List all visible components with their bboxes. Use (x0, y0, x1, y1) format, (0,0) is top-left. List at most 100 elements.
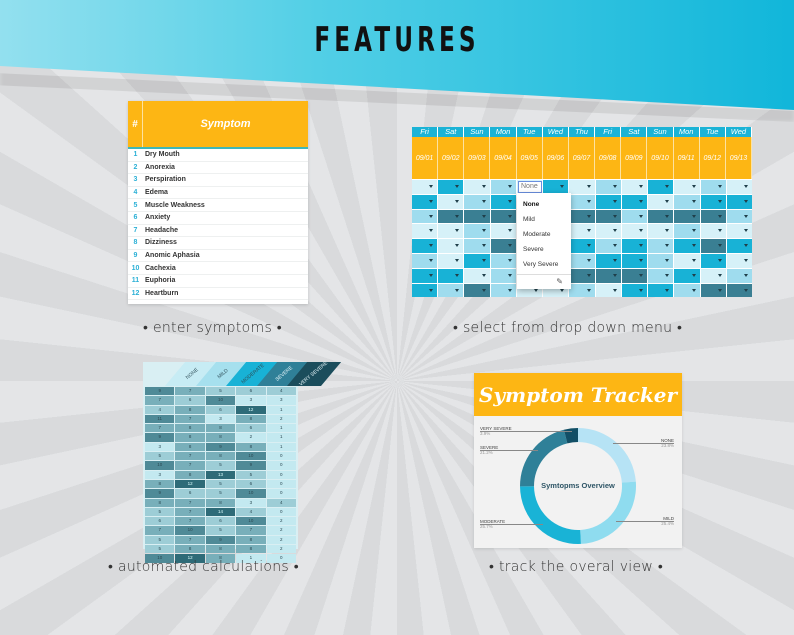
severity-cell-dropdown[interactable] (621, 268, 648, 283)
severity-cell-dropdown[interactable] (438, 194, 464, 209)
severity-cell-dropdown[interactable] (648, 268, 674, 283)
severity-cell-dropdown[interactable] (726, 194, 752, 209)
severity-cell-dropdown[interactable] (464, 224, 490, 239)
severity-cell-dropdown[interactable] (412, 268, 438, 283)
severity-cell-dropdown[interactable] (674, 180, 700, 194)
severity-cell-dropdown[interactable] (700, 224, 726, 239)
severity-dropdown-input[interactable]: None (518, 181, 542, 193)
severity-cell-dropdown[interactable] (412, 180, 438, 194)
severity-cell-dropdown[interactable] (674, 283, 700, 298)
severity-cell-dropdown[interactable] (648, 253, 674, 268)
symptom-row[interactable]: 11 Euphoria (128, 275, 308, 288)
severity-cell-dropdown[interactable] (595, 194, 621, 209)
severity-cell-dropdown[interactable] (490, 239, 516, 253)
symptom-row[interactable]: 2 Anorexia (128, 162, 308, 175)
severity-cell-dropdown[interactable] (621, 194, 648, 209)
severity-cell-dropdown[interactable] (464, 283, 490, 298)
severity-cell-dropdown[interactable] (700, 209, 726, 224)
severity-cell-dropdown[interactable] (726, 253, 752, 268)
severity-cell-dropdown[interactable] (621, 209, 648, 224)
severity-cell-dropdown[interactable] (490, 253, 516, 268)
severity-cell-dropdown[interactable] (569, 224, 595, 239)
severity-cell-dropdown[interactable] (569, 209, 595, 224)
severity-cell-dropdown[interactable] (674, 268, 700, 283)
severity-cell-dropdown[interactable] (438, 180, 464, 194)
severity-cell-dropdown[interactable] (412, 253, 438, 268)
dropdown-option[interactable]: Very Severe (517, 257, 571, 272)
severity-cell-dropdown[interactable] (464, 209, 490, 224)
severity-cell-dropdown[interactable] (412, 209, 438, 224)
severity-cell-dropdown[interactable] (464, 239, 490, 253)
severity-cell-dropdown[interactable] (490, 268, 516, 283)
dropdown-option[interactable]: None (517, 197, 571, 212)
severity-cell-dropdown[interactable] (543, 180, 569, 194)
severity-cell-dropdown[interactable] (726, 224, 752, 239)
severity-cell-dropdown[interactable] (726, 283, 752, 298)
severity-cell-dropdown[interactable] (700, 194, 726, 209)
severity-cell-dropdown[interactable] (674, 194, 700, 209)
severity-cell-dropdown[interactable] (621, 224, 648, 239)
severity-cell-dropdown[interactable] (412, 239, 438, 253)
severity-cell-dropdown[interactable] (464, 268, 490, 283)
severity-cell-dropdown[interactable] (569, 268, 595, 283)
severity-cell-dropdown[interactable] (674, 224, 700, 239)
severity-cell-dropdown[interactable] (700, 268, 726, 283)
severity-cell-dropdown[interactable] (412, 283, 438, 298)
severity-cell-dropdown[interactable] (438, 224, 464, 239)
severity-cell-dropdown[interactable] (674, 253, 700, 268)
severity-cell-dropdown[interactable] (726, 268, 752, 283)
severity-cell-dropdown[interactable] (490, 283, 516, 298)
severity-cell-dropdown[interactable] (621, 253, 648, 268)
severity-cell-dropdown[interactable] (700, 239, 726, 253)
severity-cell-dropdown[interactable] (438, 268, 464, 283)
dropdown-option[interactable]: Severe (517, 242, 571, 257)
symptom-row[interactable]: 10 Cachexia (128, 262, 308, 275)
severity-cell-dropdown[interactable] (726, 209, 752, 224)
severity-cell-dropdown[interactable] (490, 180, 516, 194)
severity-cell-dropdown[interactable] (412, 224, 438, 239)
symptom-row[interactable]: 3 Perspiration (128, 174, 308, 187)
severity-cell-dropdown[interactable] (569, 180, 595, 194)
severity-cell-dropdown[interactable] (648, 194, 674, 209)
severity-cell-dropdown[interactable] (464, 194, 490, 209)
severity-cell-dropdown[interactable] (595, 253, 621, 268)
severity-cell-dropdown[interactable] (438, 283, 464, 298)
severity-cell-dropdown[interactable] (595, 180, 621, 194)
severity-cell-dropdown[interactable] (595, 209, 621, 224)
severity-cell-dropdown[interactable] (700, 253, 726, 268)
severity-cell-dropdown[interactable] (700, 180, 726, 194)
symptom-row[interactable]: 9 Anomic Aphasia (128, 250, 308, 263)
severity-cell-dropdown[interactable] (569, 194, 595, 209)
severity-cell-dropdown[interactable] (595, 268, 621, 283)
symptom-row[interactable]: 1 Dry Mouth (128, 149, 308, 162)
severity-cell-dropdown[interactable] (595, 283, 621, 298)
symptom-row[interactable]: 4 Edema (128, 187, 308, 200)
severity-cell-dropdown[interactable] (569, 239, 595, 253)
severity-cell-dropdown[interactable] (464, 180, 490, 194)
severity-cell-dropdown[interactable] (464, 253, 490, 268)
severity-cell-dropdown[interactable] (648, 209, 674, 224)
symptom-row[interactable]: 7 Headache (128, 225, 308, 238)
severity-cell-dropdown[interactable] (490, 224, 516, 239)
severity-cell-dropdown[interactable] (438, 209, 464, 224)
severity-cell-dropdown[interactable] (700, 283, 726, 298)
severity-cell-dropdown[interactable] (726, 239, 752, 253)
severity-cell-dropdown[interactable] (648, 224, 674, 239)
severity-cell-dropdown[interactable] (490, 194, 516, 209)
symptom-row[interactable]: 5 Muscle Weakness (128, 199, 308, 212)
symptom-row[interactable]: 8 Dizziness (128, 237, 308, 250)
severity-cell-dropdown[interactable] (621, 283, 648, 298)
severity-cell-dropdown[interactable] (726, 180, 752, 194)
severity-cell-dropdown[interactable] (621, 180, 648, 194)
severity-cell-dropdown[interactable] (490, 209, 516, 224)
severity-cell-dropdown[interactable] (569, 253, 595, 268)
severity-cell-dropdown[interactable] (438, 239, 464, 253)
severity-cell-dropdown[interactable] (569, 283, 595, 298)
severity-cell-dropdown[interactable] (595, 239, 621, 253)
pencil-icon[interactable]: ✎ (556, 277, 563, 286)
severity-cell-dropdown[interactable] (674, 209, 700, 224)
severity-cell-dropdown[interactable] (595, 224, 621, 239)
severity-cell-dropdown[interactable] (621, 239, 648, 253)
dropdown-option[interactable]: Moderate (517, 227, 571, 242)
severity-cell-dropdown[interactable] (674, 239, 700, 253)
